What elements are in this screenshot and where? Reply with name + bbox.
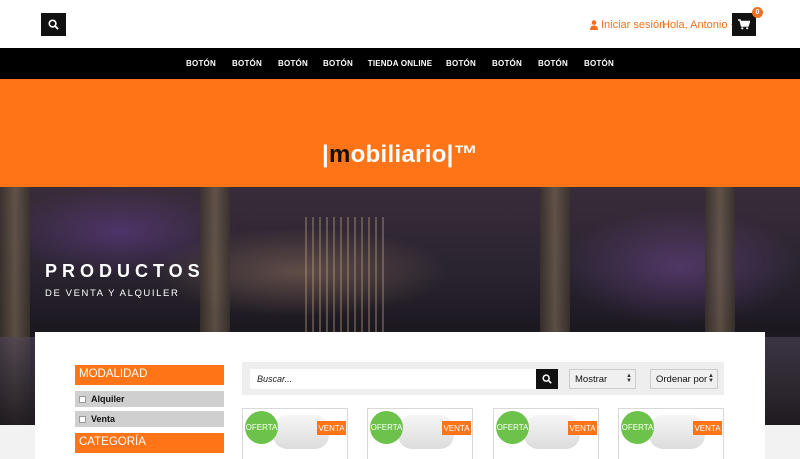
offer-badge: OFERTA <box>370 411 403 444</box>
modalidad-heading: MODALIDAD <box>75 365 224 385</box>
logo-rest: obiliario|™ <box>350 141 478 168</box>
search-icon <box>48 19 59 30</box>
hero-light <box>560 207 800 327</box>
nav-item[interactable]: BOTÓN <box>278 59 308 68</box>
product-card[interactable]: OFERTA VENTA <box>493 408 599 459</box>
nav-item-tienda-online[interactable]: TIENDA ONLINE <box>368 59 433 68</box>
brand-banner: |mobiliario|™ <box>0 79 800 187</box>
user-icon <box>590 20 598 30</box>
offer-badge: OFERTA <box>245 411 278 444</box>
nav-item[interactable]: BOTÓN <box>584 59 614 68</box>
search-icon <box>542 374 552 384</box>
cart-count-badge: 0 <box>752 7 763 18</box>
product-card[interactable]: OFERTA VENTA <box>242 408 348 459</box>
sort-select[interactable]: Ordenar por ▲ ▼ <box>650 369 718 389</box>
logo-m: m <box>329 141 351 168</box>
product-card[interactable]: OFERTA VENTA <box>367 408 473 459</box>
select-arrows-icon: ▲ ▼ <box>708 373 714 384</box>
sale-tag: VENTA <box>442 421 471 435</box>
product-card[interactable]: OFERTA VENTA <box>618 408 724 459</box>
nav-item[interactable]: BOTÓN <box>446 59 476 68</box>
top-bar: Iniciar sesión Hola, Antonio 0 <box>0 0 800 48</box>
show-select[interactable]: Mostrar ▲ ▼ <box>569 369 636 389</box>
search-submit-button[interactable] <box>536 369 558 389</box>
nav-item[interactable]: BOTÓN <box>186 59 216 68</box>
offer-badge: OFERTA <box>621 411 654 444</box>
filter-label: Alquiler <box>91 394 125 404</box>
cart-button[interactable] <box>732 13 756 36</box>
greeting-label: Hola, Antonio <box>662 19 728 31</box>
site-logo[interactable]: |mobiliario|™ <box>0 141 800 169</box>
categoria-heading: CATEGORÍA <box>75 433 224 453</box>
sale-tag: VENTA <box>317 421 346 435</box>
filter-label: Venta <box>91 414 116 424</box>
offer-badge: OFERTA <box>496 411 529 444</box>
sale-tag: VENTA <box>693 421 722 435</box>
login-link[interactable]: Iniciar sesión <box>590 19 665 31</box>
header-search-button[interactable] <box>41 13 66 36</box>
user-menu[interactable]: Hola, Antonio <box>662 19 738 31</box>
logo-bar: | <box>321 141 329 168</box>
hero-cage <box>305 217 385 337</box>
main-nav: BOTÓN BOTÓN BOTÓN BOTÓN TIENDA ONLINE BO… <box>0 48 800 79</box>
content-panel: MODALIDAD Alquiler Venta CATEGORÍA Mostr… <box>35 332 765 459</box>
show-select-value: Mostrar <box>575 374 608 385</box>
hero-title: PRODUCTOS <box>45 261 205 281</box>
checkbox[interactable] <box>79 395 86 403</box>
cart-icon <box>738 19 750 30</box>
sort-select-value: Ordenar por <box>656 374 708 385</box>
filter-venta[interactable]: Venta <box>75 411 224 427</box>
nav-item[interactable]: BOTÓN <box>492 59 522 68</box>
hero-subtitle: DE VENTA Y ALQUILER <box>45 288 180 299</box>
nav-item[interactable]: BOTÓN <box>538 59 568 68</box>
checkbox[interactable] <box>79 415 86 423</box>
nav-item[interactable]: BOTÓN <box>232 59 262 68</box>
search-input[interactable] <box>250 369 536 389</box>
filter-alquiler[interactable]: Alquiler <box>75 391 224 407</box>
nav-item[interactable]: BOTÓN <box>323 59 353 68</box>
sale-tag: VENTA <box>568 421 597 435</box>
select-arrows-icon: ▲ ▼ <box>626 373 632 384</box>
login-label: Iniciar sesión <box>601 19 666 31</box>
product-toolbar: Mostrar ▲▼ Ordenar por ▲▼ <box>242 362 724 395</box>
